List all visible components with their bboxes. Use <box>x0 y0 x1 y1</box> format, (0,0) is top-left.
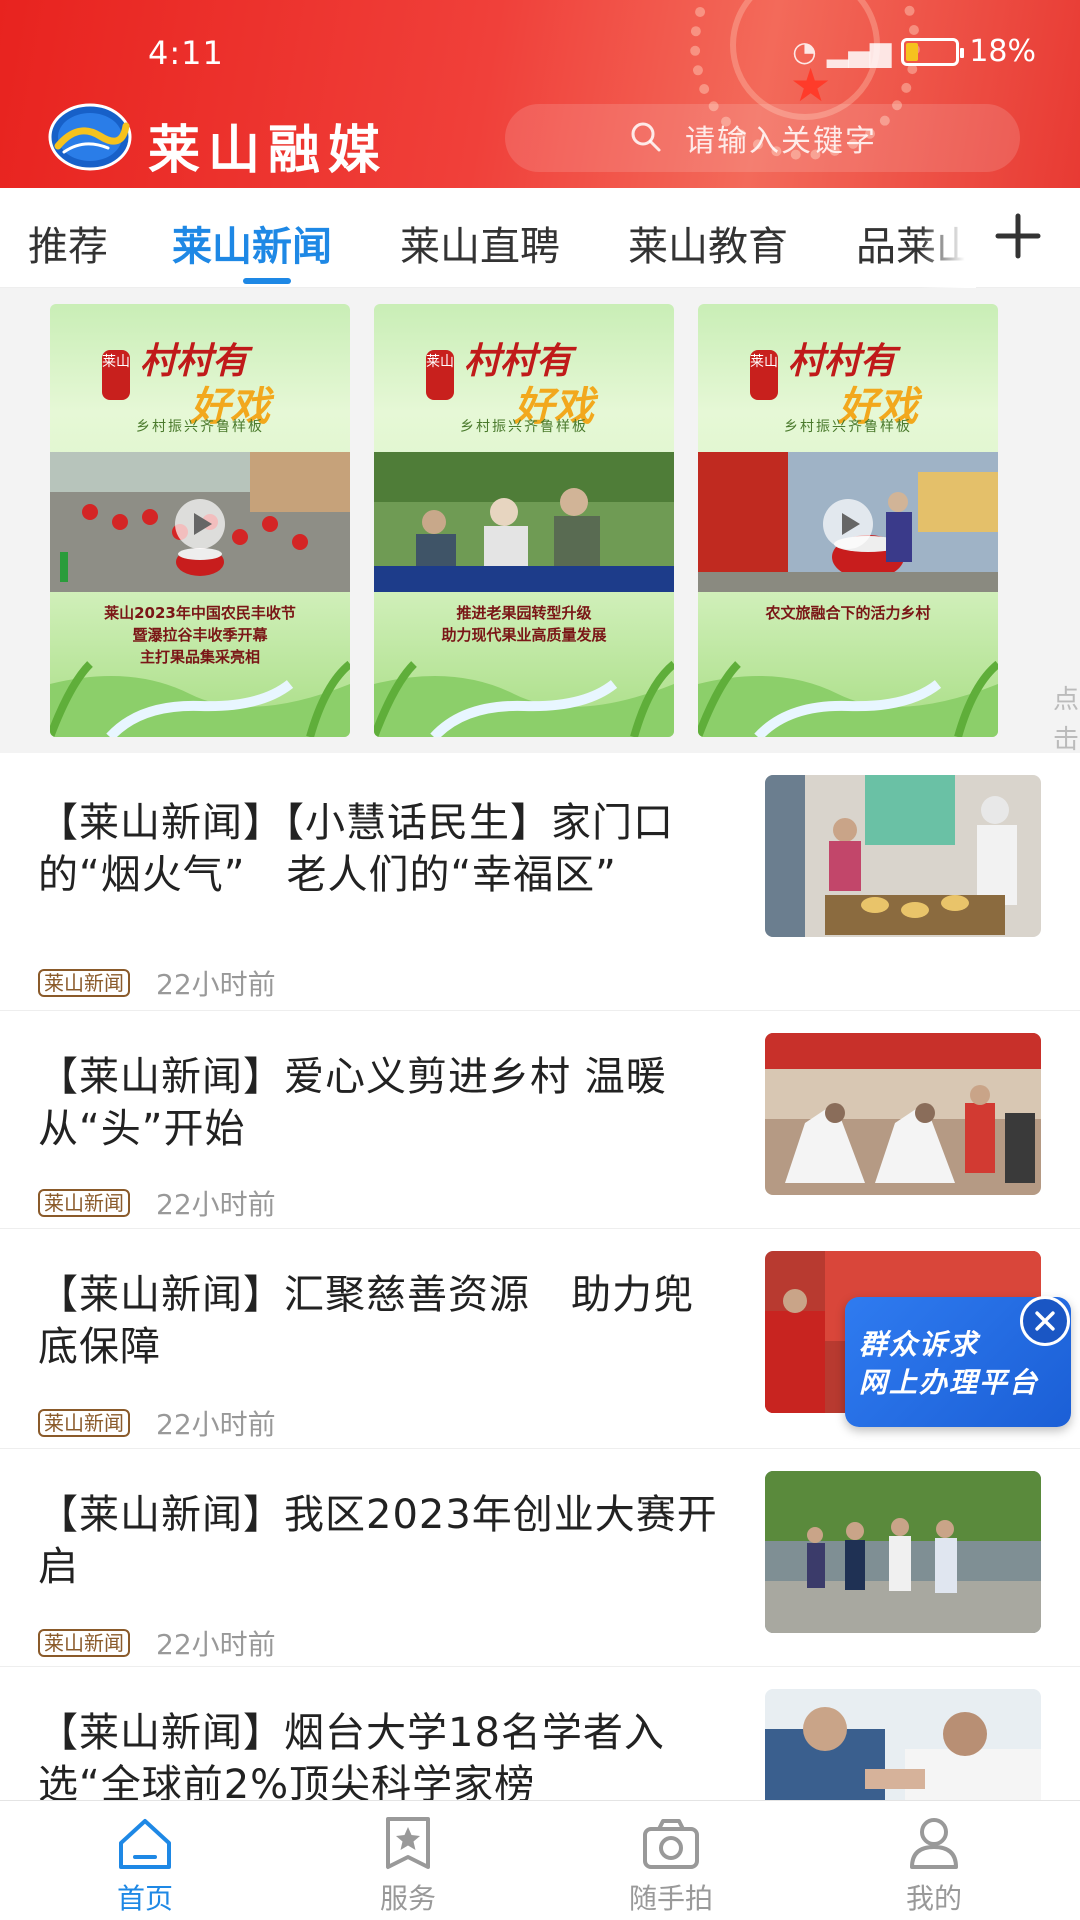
news-item[interactable]: 【莱山新闻】【小慧话民生】家门口的“烟火气” 老人们的“幸福区” 莱山新闻 22… <box>0 753 1080 1011</box>
add-channel-icon[interactable] <box>992 210 1044 262</box>
banner-decoration <box>698 660 998 737</box>
tab-recommend[interactable]: 推荐 <box>28 214 108 272</box>
search-icon <box>631 122 661 152</box>
news-meta: 莱山新闻 22小时前 <box>38 1403 276 1443</box>
status-bar: 4:11 ◔ ▂▄▆ 18% <box>0 28 1080 82</box>
bottom-nav: 首页 服务 随手拍 我的 <box>0 1800 1080 1920</box>
status-time: 4:11 <box>148 34 224 72</box>
source-tag: 莱山新闻 <box>38 1409 130 1437</box>
nav-snapshot[interactable]: 随手拍 <box>536 1801 806 1920</box>
play-icon <box>823 499 873 549</box>
nav-label: 随手拍 <box>628 1882 713 1915</box>
banner-subtitle: 乡村振兴齐鲁样板 <box>460 419 588 435</box>
nav-home[interactable]: 首页 <box>10 1801 280 1920</box>
banner-caption: 农文旅融合下的活力乡村 <box>704 602 992 624</box>
nav-services[interactable]: 服务 <box>273 1801 543 1920</box>
news-title[interactable]: 【莱山新闻】【小慧话民生】家门口的“烟火气” 老人们的“幸福区” <box>38 797 718 901</box>
app-logo-icon <box>48 103 132 171</box>
play-icon <box>175 499 225 549</box>
news-title[interactable]: 【莱山新闻】爱心义剪进乡村 温暖从“头”开始 <box>38 1051 718 1155</box>
wifi-icon: ◔ <box>792 35 817 68</box>
news-time: 22小时前 <box>156 968 276 1001</box>
banner-card[interactable]: 莱山 村村有 好戏 乡村振兴齐鲁样板 推进老果园转型升级 助力现代果业高质量发展 <box>374 304 674 737</box>
search-placeholder: 请输入关键字 <box>685 124 877 159</box>
news-thumbnail[interactable] <box>765 1471 1041 1633</box>
brand-seal: 莱山 <box>750 350 778 400</box>
banner-caption-line: 推进老果园转型升级 <box>456 604 592 622</box>
banner-caption-line: 农文旅融合下的活力乡村 <box>765 604 931 622</box>
news-thumbnail[interactable] <box>765 1033 1041 1195</box>
source-tag: 莱山新闻 <box>38 969 130 997</box>
star-badge-icon <box>386 1817 430 1869</box>
banner-subtitle: 乡村振兴齐鲁样板 <box>784 419 912 435</box>
banner-photo <box>374 452 674 592</box>
banner-decoration <box>374 660 674 737</box>
banner-caption-line: 助力现代果业高质量发展 <box>441 626 607 644</box>
search-input[interactable]: 请输入关键字 <box>505 104 1020 172</box>
signal-icon: ▂▄▆ <box>826 35 892 68</box>
news-item[interactable]: 【莱山新闻】爱心义剪进乡村 温暖从“头”开始 莱山新闻 22小时前 <box>0 1011 1080 1229</box>
source-tag: 莱山新闻 <box>38 1189 130 1217</box>
tab-fade <box>920 188 976 288</box>
close-icon[interactable] <box>1020 1296 1070 1346</box>
tab-laishan-jobs[interactable]: 莱山直聘 <box>400 214 560 272</box>
user-icon <box>910 1818 958 1869</box>
news-title[interactable]: 【莱山新闻】烟台大学18名学者入选“全球前2%顶尖科学家榜 <box>38 1707 718 1811</box>
brand-seal: 莱山 <box>102 350 130 400</box>
banner-caption-line: 暨瀑拉谷丰收季开幕 <box>132 626 268 644</box>
status-icons: ◔ ▂▄▆ 18% <box>792 34 1036 69</box>
tab-laishan-news[interactable]: 莱山新闻 <box>172 214 332 272</box>
banner-caption: 推进老果园转型升级 助力现代果业高质量发展 <box>380 602 668 646</box>
news-time: 22小时前 <box>156 1628 276 1661</box>
news-title[interactable]: 【莱山新闻】我区2023年创业大赛开启 <box>38 1489 718 1593</box>
banner-decoration <box>50 660 350 737</box>
active-tab-indicator <box>243 278 291 284</box>
news-time: 22小时前 <box>156 1408 276 1441</box>
tab-laishan-education[interactable]: 莱山教育 <box>628 214 788 272</box>
news-meta: 莱山新闻 22小时前 <box>38 963 276 1003</box>
news-title[interactable]: 【莱山新闻】汇聚慈善资源 助力兜底保障 <box>38 1269 718 1373</box>
app-title: 莱山融媒 <box>148 121 389 181</box>
news-meta: 莱山新闻 22小时前 <box>38 1623 276 1663</box>
news-thumbnail[interactable] <box>765 775 1041 937</box>
banner-caption-line: 莱山2023年中国农民丰收节 <box>104 604 296 622</box>
home-icon <box>119 1819 171 1869</box>
banner-carousel: 莱山 村村有 好戏 乡村振兴齐鲁样板 莱山2023年中国农民丰收节 暨瀑拉谷丰收季… <box>0 288 1080 915</box>
battery-percent: 18% <box>969 34 1036 69</box>
banner-subtitle: 乡村振兴齐鲁样板 <box>136 419 264 435</box>
news-item[interactable]: 【莱山新闻】我区2023年创业大赛开启 莱山新闻 22小时前 <box>0 1449 1080 1667</box>
source-tag: 莱山新闻 <box>38 1629 130 1657</box>
brand-seal: 莱山 <box>426 350 454 400</box>
app-header: ★ 4:11 ◔ ▂▄▆ 18% 莱山融媒 请输入关键字 <box>0 0 1080 188</box>
nav-label: 首页 <box>116 1882 173 1915</box>
nav-label: 我的 <box>905 1882 962 1915</box>
news-meta: 莱山新闻 22小时前 <box>38 1183 276 1223</box>
battery-icon <box>901 37 965 66</box>
nav-label: 服务 <box>379 1882 436 1915</box>
banner-card[interactable]: 莱山 村村有 好戏 乡村振兴齐鲁样板 莱山2023年中国农民丰收节 暨瀑拉谷丰收季… <box>50 304 350 737</box>
news-time: 22小时前 <box>156 1188 276 1221</box>
camera-icon <box>643 1819 699 1869</box>
channel-tabs: 推荐 莱山新闻 莱山直聘 莱山教育 品莱山 <box>0 188 1080 288</box>
banner-card[interactable]: 莱山 村村有 好戏 乡村振兴齐鲁样板 农文旅融合下的活力乡村 <box>698 304 998 737</box>
float-ad-line1: 群众诉求 <box>859 1328 980 1361</box>
float-ad-line2: 网上办理平台 <box>859 1366 1040 1399</box>
nav-mine[interactable]: 我的 <box>799 1801 1069 1920</box>
